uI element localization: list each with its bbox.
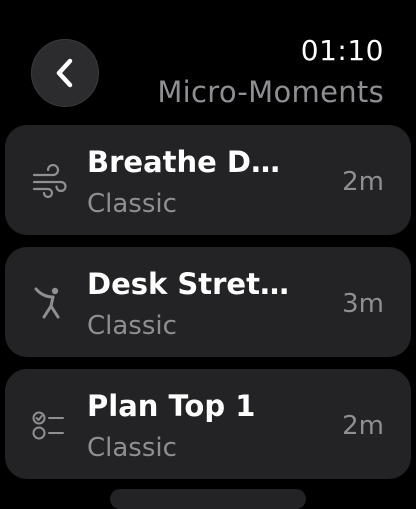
checklist-icon — [31, 408, 69, 442]
session-row-plan-top[interactable]: Plan Top 1 Classic 2m — [5, 369, 411, 479]
session-list: Breathe De… Classic 2m Desk Stretch Clas… — [5, 125, 411, 491]
session-style: Classic — [87, 433, 177, 463]
page-title: Micro-Moments — [157, 75, 384, 109]
session-row-desk-stretch[interactable]: Desk Stretch Classic 3m — [5, 247, 411, 357]
session-name: Desk Stretch — [87, 267, 295, 301]
chevron-left-icon — [56, 58, 73, 88]
back-button[interactable] — [31, 39, 99, 107]
session-row-breathe[interactable]: Breathe De… Classic 2m — [5, 125, 411, 235]
session-style: Classic — [87, 311, 177, 341]
clock-time: 01:10 — [300, 34, 384, 67]
session-duration: 2m — [342, 167, 384, 197]
session-name: Breathe De… — [87, 145, 295, 179]
session-style: Classic — [87, 189, 177, 219]
wind-icon — [31, 164, 69, 198]
stretching-figure-icon — [31, 286, 69, 320]
session-duration: 3m — [342, 289, 384, 319]
session-duration: 2m — [342, 411, 384, 441]
next-row-peek — [110, 489, 306, 509]
session-name: Plan Top 1 — [87, 389, 256, 423]
